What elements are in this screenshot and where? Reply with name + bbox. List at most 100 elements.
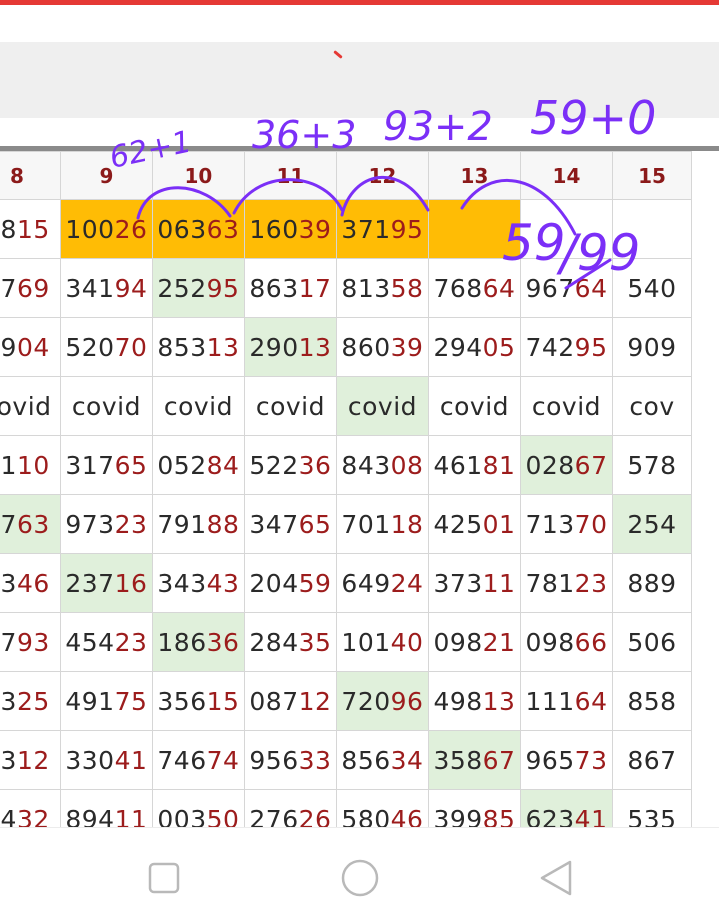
result-cell[interactable]: 29405 — [427, 317, 521, 377]
result-cell[interactable] — [427, 199, 521, 259]
result-cell[interactable]: 85634 — [335, 730, 429, 790]
result-cell[interactable]: 74295 — [519, 317, 613, 377]
result-cell[interactable]: 86039 — [335, 317, 429, 377]
result-cell[interactable]: 78123 — [519, 553, 613, 613]
result-cell[interactable]: 97323 — [59, 494, 153, 554]
result-cell[interactable]: 11164 — [519, 671, 613, 731]
result-cell[interactable]: 10140 — [335, 612, 429, 672]
result-cell[interactable]: 00350 — [151, 789, 245, 827]
circle-home-icon[interactable] — [340, 858, 380, 898]
result-cell[interactable]: 858 — [611, 671, 693, 731]
result-cell[interactable]: 9432 — [0, 789, 61, 827]
result-cell[interactable]: 42501 — [427, 494, 521, 554]
result-cell[interactable]: 3793 — [0, 612, 61, 672]
result-cell[interactable]: 06363 — [151, 199, 245, 259]
result-cell[interactable]: 02867 — [519, 435, 613, 495]
result-cell[interactable]: 35615 — [151, 671, 245, 731]
result-cell[interactable]: 254 — [611, 494, 693, 554]
result-cell[interactable]: 89411 — [59, 789, 153, 827]
result-cell[interactable]: 84308 — [335, 435, 429, 495]
result-cell[interactable]: 31765 — [59, 435, 153, 495]
result-cell[interactable]: 540 — [611, 258, 693, 318]
result-cell[interactable]: 05284 — [151, 435, 245, 495]
result-cell[interactable]: 79188 — [151, 494, 245, 554]
result-cell[interactable]: 76864 — [427, 258, 521, 318]
result-cell[interactable]: 28435 — [243, 612, 337, 672]
number-head: 889 — [627, 568, 677, 598]
result-cell[interactable]: 71370 — [519, 494, 613, 554]
result-cell[interactable]: 09821 — [427, 612, 521, 672]
result-cell[interactable]: covid — [151, 376, 245, 436]
result-cell[interactable]: 96764 — [519, 258, 613, 318]
result-cell[interactable]: 81358 — [335, 258, 429, 318]
result-cell[interactable]: 62341 — [519, 789, 613, 827]
result-cell[interactable]: 52070 — [59, 317, 153, 377]
result-cell[interactable]: 29013 — [243, 317, 337, 377]
number-head: 284 — [249, 627, 299, 657]
result-cell[interactable]: 33041 — [59, 730, 153, 790]
result-cell[interactable]: 74674 — [151, 730, 245, 790]
result-cell[interactable]: 9815 — [0, 199, 61, 259]
result-cell[interactable]: 4312 — [0, 730, 61, 790]
result-cell[interactable]: 34343 — [151, 553, 245, 613]
result-cell[interactable]: 578 — [611, 435, 693, 495]
result-cell[interactable]: 909 — [611, 317, 693, 377]
number-tail: 12 — [16, 745, 50, 775]
result-cell[interactable]: 3769 — [0, 258, 61, 318]
result-cell[interactable]: cov — [611, 376, 693, 436]
number-tail: 04 — [16, 332, 50, 362]
result-cell[interactable]: 867 — [611, 730, 693, 790]
result-cell[interactable]: 535 — [611, 789, 693, 827]
result-cell[interactable]: 58046 — [335, 789, 429, 827]
result-cell[interactable]: 3325 — [0, 671, 61, 731]
result-cell[interactable]: 95633 — [243, 730, 337, 790]
results-table-viewport[interactable]: 89101112131415 9815100260636316039371953… — [0, 151, 719, 827]
result-cell[interactable]: covid — [0, 376, 61, 436]
result-cell[interactable]: 34765 — [243, 494, 337, 554]
result-cell[interactable]: covid — [519, 376, 613, 436]
result-cell[interactable]: 25295 — [151, 258, 245, 318]
result-cell[interactable]: 39985 — [427, 789, 521, 827]
result-cell[interactable]: 27626 — [243, 789, 337, 827]
result-cell[interactable]: 85313 — [151, 317, 245, 377]
result-cell[interactable]: 64924 — [335, 553, 429, 613]
result-cell[interactable]: 34194 — [59, 258, 153, 318]
result-cell[interactable]: covid — [243, 376, 337, 436]
result-cell[interactable] — [519, 199, 613, 259]
result-cell[interactable]: 09866 — [519, 612, 613, 672]
number-head: 17 — [0, 509, 17, 539]
result-cell[interactable]: 52236 — [243, 435, 337, 495]
result-cell[interactable]: 49813 — [427, 671, 521, 731]
result-cell[interactable]: 16039 — [243, 199, 337, 259]
result-cell[interactable]: 1763 — [0, 494, 61, 554]
result-cell[interactable]: 49175 — [59, 671, 153, 731]
result-cell[interactable] — [611, 199, 693, 259]
result-cell[interactable]: covid — [427, 376, 521, 436]
result-cell[interactable]: covid — [335, 376, 429, 436]
result-cell[interactable]: 35867 — [427, 730, 521, 790]
result-cell[interactable]: 3904 — [0, 317, 61, 377]
result-cell[interactable]: 7110 — [0, 435, 61, 495]
result-cell[interactable]: 18636 — [151, 612, 245, 672]
result-cell[interactable]: 10026 — [59, 199, 153, 259]
result-cell[interactable]: 08712 — [243, 671, 337, 731]
result-cell[interactable]: 45423 — [59, 612, 153, 672]
result-cell[interactable]: 506 — [611, 612, 693, 672]
result-cell[interactable]: covid — [59, 376, 153, 436]
result-cell[interactable]: 889 — [611, 553, 693, 613]
number-head: 746 — [157, 745, 207, 775]
result-cell[interactable]: 20459 — [243, 553, 337, 613]
result-cell[interactable]: 23716 — [59, 553, 153, 613]
result-cell[interactable]: 9346 — [0, 553, 61, 613]
number-tail: 13 — [206, 332, 240, 362]
result-cell[interactable]: 37311 — [427, 553, 521, 613]
result-cell[interactable]: 37195 — [335, 199, 429, 259]
square-recents-icon[interactable] — [144, 858, 184, 898]
triangle-back-icon[interactable] — [536, 858, 576, 898]
result-cell[interactable]: 70118 — [335, 494, 429, 554]
column-header: 8 — [0, 151, 61, 200]
result-cell[interactable]: 86317 — [243, 258, 337, 318]
result-cell[interactable]: 96573 — [519, 730, 613, 790]
result-cell[interactable]: 72096 — [335, 671, 429, 731]
result-cell[interactable]: 46181 — [427, 435, 521, 495]
